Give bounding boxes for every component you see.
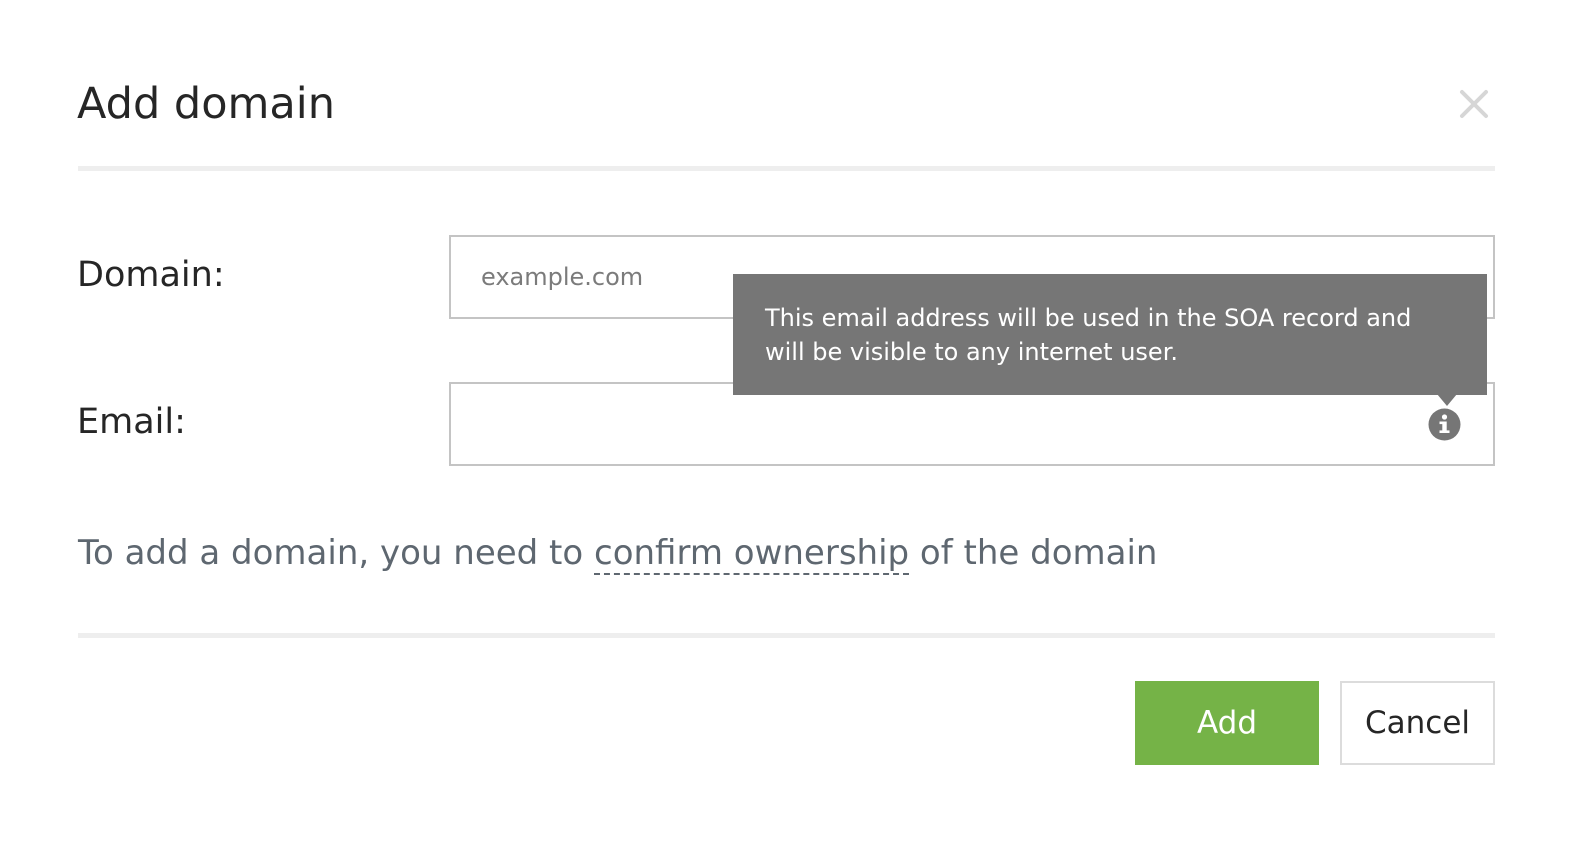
add-button[interactable]: Add [1135,681,1319,765]
footer-divider [78,633,1495,638]
cancel-button[interactable]: Cancel [1340,681,1495,765]
confirm-ownership-link[interactable]: confirm ownership [594,533,910,575]
tooltip-arrow [1437,394,1457,406]
close-icon[interactable] [1456,86,1492,122]
email-label: Email: [77,402,186,442]
email-tooltip: This email address will be used in the S… [733,274,1487,395]
domain-label: Domain: [77,255,225,295]
info-icon[interactable] [1428,408,1461,441]
tooltip-text: This email address will be used in the S… [765,304,1412,366]
note-prefix: To add a domain, you need to [78,533,594,573]
note-suffix: of the domain [909,533,1158,573]
header-divider [78,166,1495,171]
add-domain-dialog: Add domain Domain: Email: This email add… [0,0,1571,849]
ownership-note: To add a domain, you need to confirm own… [78,530,1157,576]
dialog-title: Add domain [77,79,335,129]
